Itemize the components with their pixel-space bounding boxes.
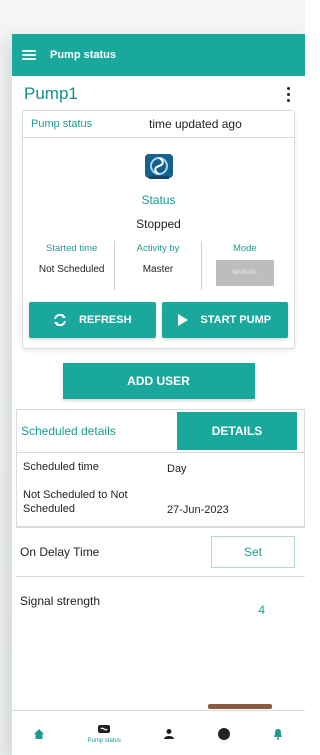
action-row: REFRESH START PUMP xyxy=(23,290,294,338)
time-updated-text: time updated ago xyxy=(149,117,242,131)
signal-strength-row: Signal strength 4 xyxy=(16,576,305,625)
bell-icon xyxy=(273,728,282,740)
screen-background: Pump status Pump1 Pump status time updat… xyxy=(0,0,305,755)
pump-icon xyxy=(144,154,173,179)
signal-strength-label: Signal strength xyxy=(20,594,101,609)
menu-icon[interactable] xyxy=(22,50,36,60)
scheduled-details-body: Scheduled time Day Not Scheduled to Not … xyxy=(17,453,304,526)
app-bar: Pump status xyxy=(12,34,305,76)
on-delay-row: On Delay Time Set xyxy=(16,527,305,576)
app-bar-title: Pump status xyxy=(50,49,117,61)
activity-col: Activity by Master xyxy=(115,241,202,290)
refresh-icon xyxy=(53,313,66,327)
add-user-button[interactable]: ADD USER xyxy=(62,363,255,399)
play-icon xyxy=(178,314,189,326)
on-delay-label: On Delay Time xyxy=(20,545,100,560)
pump-title-row: Pump1 xyxy=(12,76,305,108)
accent-indicator xyxy=(208,704,272,709)
home-icon xyxy=(34,728,45,739)
nav-notifications[interactable] xyxy=(272,728,284,740)
started-time-col: Started time Not Scheduled xyxy=(29,241,116,290)
status-info-grid: Started time Not Scheduled Activity by M… xyxy=(23,241,294,290)
signal-strength-value: 4 xyxy=(258,603,265,618)
pump-icon xyxy=(98,725,111,733)
pump-status-label: Pump status xyxy=(31,118,93,130)
scheduled-time-value: Day xyxy=(167,462,187,475)
started-time-label: Started time xyxy=(46,243,98,254)
more-vert-icon[interactable] xyxy=(283,86,293,102)
user-icon xyxy=(164,728,175,739)
status-label: Status xyxy=(141,193,176,207)
scheduled-details-label: Scheduled details xyxy=(21,424,116,438)
activity-label: Activity by xyxy=(136,243,180,254)
nav-user[interactable] xyxy=(163,728,175,740)
schedule-range-value: 27-Jun-2023 xyxy=(167,504,229,517)
pump-status-card: Pump status time updated ago Status Stop… xyxy=(22,110,295,349)
bottom-navigation: Pump status xyxy=(12,710,305,755)
details-button[interactable]: DETAILS xyxy=(177,412,297,450)
nav-circle[interactable] xyxy=(217,727,230,740)
scheduled-details-card: Scheduled details DETAILS Scheduled time… xyxy=(16,409,305,528)
nav-home[interactable] xyxy=(33,728,45,740)
started-time-value: Not Scheduled xyxy=(38,264,105,275)
start-pump-label: START PUMP xyxy=(200,314,272,326)
status-block: Status Stopped xyxy=(23,138,294,231)
status-card-header: Pump status time updated ago xyxy=(23,111,294,138)
start-pump-button[interactable]: START PUMP xyxy=(161,302,288,338)
mode-col: Mode MANUAL xyxy=(202,241,288,290)
schedule-range-label: Not Scheduled to Not Scheduled xyxy=(23,488,128,515)
pump-name: Pump1 xyxy=(24,84,78,103)
mode-label: Mode xyxy=(232,243,257,254)
refresh-button[interactable]: REFRESH xyxy=(29,302,156,338)
set-button[interactable]: Set xyxy=(211,536,295,569)
refresh-label: REFRESH xyxy=(78,314,132,326)
status-value: Stopped xyxy=(136,217,181,231)
mode-button[interactable]: MANUAL xyxy=(215,260,274,286)
circle-icon xyxy=(217,727,230,740)
scheduled-time-label: Scheduled time xyxy=(23,461,99,473)
activity-value: Master xyxy=(142,264,174,275)
scheduled-details-header: Scheduled details DETAILS xyxy=(17,410,304,453)
nav-pump-status[interactable]: Pump status xyxy=(87,723,121,744)
phone-screen: Pump status Pump1 Pump status time updat… xyxy=(12,34,305,755)
nav-pump-status-label: Pump status xyxy=(87,738,121,744)
